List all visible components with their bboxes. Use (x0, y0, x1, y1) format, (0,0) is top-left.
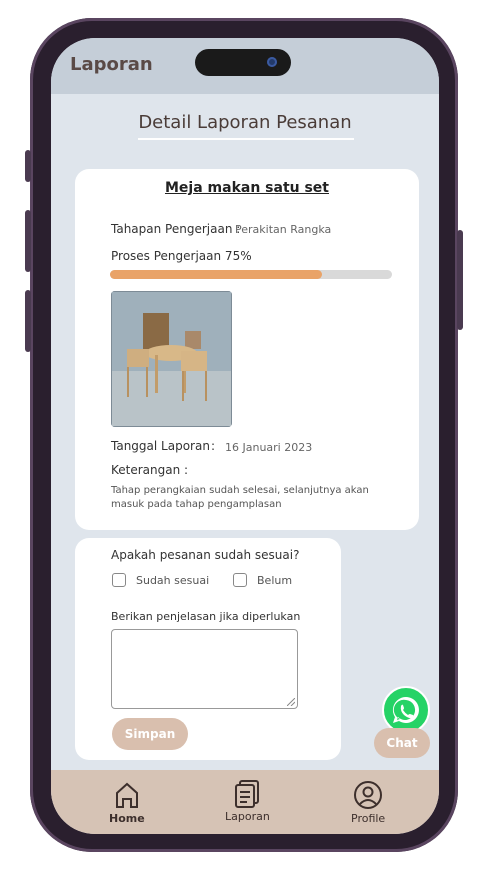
progress-fill (110, 270, 322, 279)
nav-report[interactable]: Laporan (225, 778, 270, 823)
option-no-label: Belum (257, 573, 293, 587)
checkbox-yes[interactable] (112, 573, 126, 587)
document-icon (235, 780, 260, 808)
stage-label: Tahapan Pengerjaan : (111, 222, 241, 236)
nav-report-label: Laporan (225, 810, 270, 823)
screen: Laporan Detail Laporan Pesanan Meja maka… (51, 38, 439, 834)
note-text: Tahap perangkaian sudah selesai, selanju… (111, 485, 369, 510)
title-underline (138, 138, 354, 140)
power-button (457, 230, 463, 330)
volume-down-button (25, 290, 31, 352)
home-icon (115, 782, 138, 808)
progress-label: Proses Pengerjaan 75% (111, 249, 252, 263)
nav-home-label: Home (109, 812, 145, 825)
option-yes[interactable]: Sudah sesuai (112, 573, 209, 587)
note-label: Keterangan : (111, 463, 189, 477)
feedback-question: Apakah pesanan sudah sesuai? (111, 548, 300, 562)
nav-home[interactable]: Home (109, 780, 145, 825)
app-header: Laporan (51, 38, 439, 94)
profile-icon (354, 781, 383, 809)
option-no[interactable]: Belum (233, 573, 292, 587)
progress-bar (110, 270, 392, 279)
resize-grip-icon[interactable] (287, 698, 295, 706)
date-label: Tanggal Laporan (111, 439, 210, 453)
progress-photo[interactable] (111, 291, 232, 427)
app-title: Laporan (70, 54, 153, 75)
date-value: 16 Januari 2023 (225, 441, 313, 454)
volume-up-button (25, 210, 31, 272)
order-name: Meja makan satu set (164, 180, 329, 196)
feedback-card: Apakah pesanan sudah sesuai? Sudah sesua… (75, 538, 341, 760)
camera-icon (267, 57, 277, 67)
chat-button[interactable]: Chat (374, 686, 430, 758)
dynamic-island (195, 49, 291, 76)
nav-profile[interactable]: Profile (351, 780, 385, 825)
explain-textarea[interactable] (111, 629, 298, 709)
save-button[interactable]: Simpan (112, 718, 188, 750)
stage-value: Perakitan Rangka (235, 223, 332, 236)
chat-label[interactable]: Chat (374, 728, 430, 758)
checkbox-no[interactable] (233, 573, 247, 587)
side-button (25, 150, 31, 182)
explain-label: Berikan penjelasan jika diperlukan (111, 610, 301, 623)
page-title: Detail Laporan Pesanan (138, 112, 352, 133)
bottom-nav: Home Laporan Profile (51, 770, 439, 834)
whatsapp-icon[interactable] (382, 686, 430, 734)
report-card: Meja makan satu set Tahapan Pengerjaan :… (75, 169, 419, 530)
nav-profile-label: Profile (351, 812, 386, 825)
option-yes-label: Sudah sesuai (136, 573, 210, 587)
date-separator: : (211, 439, 216, 453)
